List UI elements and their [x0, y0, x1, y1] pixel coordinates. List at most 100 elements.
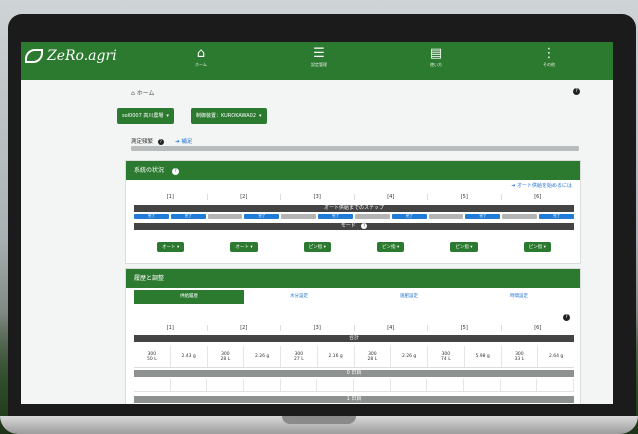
total-volume-cell: 300 28 L	[208, 346, 245, 367]
book-icon: ▤	[429, 46, 443, 61]
mode-label: ピン指	[455, 245, 469, 250]
mode-button-3[interactable]: ピン指 ▾	[303, 242, 331, 252]
progress-help-icon[interactable]: ?	[157, 139, 164, 145]
progress-link-text: 補足	[181, 139, 193, 145]
irrigation-status-title: 系統の状況	[134, 167, 165, 174]
steps-header: オート供給までのステップ	[134, 205, 574, 212]
controller-select[interactable]: 制御装置：KUROKAWA02 ▾	[191, 108, 267, 124]
status-column-headers: [1] [2] [3] [4] [5] [6]	[134, 194, 574, 200]
column-header: [1]	[134, 325, 208, 331]
mode-label: オート	[235, 245, 249, 250]
step-indicator	[428, 214, 464, 219]
tab-supply-history[interactable]: 供給履歴	[134, 290, 244, 304]
controller-select-value: 制御装置：KUROKAWA02	[196, 113, 257, 119]
top-navbar: ZeRo.agri ⌂ ホーム ☰ 設定管理 ▤ 使い方 ⋮ その他	[21, 42, 613, 80]
total-fertilizer-cell: 2.43 g	[171, 346, 208, 367]
brand-name: ZeRo.agri	[47, 48, 117, 64]
total-fertilizer-cell: 2.16 g	[318, 346, 355, 367]
column-header: [2]	[208, 325, 281, 331]
leaf-logo-icon	[25, 49, 43, 63]
nav-guide-label: 使い方	[430, 62, 442, 67]
column-header: [5]	[428, 325, 502, 331]
records-tabs: 供給履歴 水分設定 施肥設定 時間設定	[134, 290, 574, 304]
mode-button-5[interactable]: ピン指 ▾	[450, 242, 478, 252]
step-indicator: 完了	[391, 214, 427, 219]
mode-button-6[interactable]: ピン指 ▾	[523, 242, 551, 252]
auto-supply-link-text: オート供給を始めるには	[516, 183, 572, 189]
progress-bar	[131, 146, 579, 151]
total-fertilizer-cell: 2.64 g	[548, 354, 564, 359]
column-header: [3]	[281, 325, 355, 331]
total-fertilizer-cell: 2.26 g	[391, 346, 428, 367]
total-volume-cell: 300 50 L	[134, 346, 171, 367]
totals-header: 合計	[134, 335, 574, 342]
irrigation-status-header: 系統の状況 ?	[126, 161, 580, 180]
progress-link[interactable]: ➜ 補足	[175, 137, 192, 145]
caret-down-icon: ▾	[166, 113, 169, 119]
farm-select[interactable]: sol0007 高川農場 ▾	[117, 108, 174, 124]
nav-settings-label: 設定管理	[311, 62, 327, 67]
mode-label: オート	[162, 245, 176, 250]
mode-buttons: オート ▾ オート ▾ ピン指 ▾ ピン指 ▾ ピン指 ▾ ピン指 ▾	[134, 233, 574, 252]
total-volume-cell: 300 28 L	[355, 346, 392, 367]
records-column-headers: [1] [2] [3] [4] [5] [6]	[134, 325, 574, 331]
column-header: [6]	[534, 325, 542, 331]
column-header: [4]	[355, 194, 428, 200]
column-header: [1]	[134, 194, 208, 200]
nav-guide[interactable]: ▤ 使い方	[416, 46, 456, 68]
step-indicators: 完了 完了 完了 完了 完了 完了 完了	[134, 214, 574, 219]
total-volume-cell: 300 33 L	[502, 346, 539, 367]
page-help-icon[interactable]: ?	[573, 88, 580, 95]
step-indicator: 完了	[170, 214, 206, 219]
step-indicator	[281, 214, 317, 219]
total-fertilizer-cell: 5.98 g	[465, 346, 502, 367]
step-indicator: 完了	[465, 214, 501, 219]
auto-supply-link[interactable]: ➜ オート供給を始めるには	[511, 182, 572, 189]
column-header: [4]	[355, 325, 428, 331]
tab-time-settings[interactable]: 時間設定	[464, 290, 574, 304]
mode-label: ピン指	[528, 245, 543, 250]
total-fertilizer-cell: 2.26 g	[244, 346, 281, 367]
progress-fill	[131, 146, 579, 151]
records-header: 履歴と調整	[126, 269, 580, 288]
column-header: [5]	[428, 194, 502, 200]
step-indicator	[502, 214, 538, 219]
breadcrumb-home: ホーム	[136, 90, 155, 97]
nav-home[interactable]: ⌂ ホーム	[181, 46, 221, 68]
total-volume-cell: 300 27 L	[281, 346, 318, 367]
sliders-icon: ☰	[313, 46, 325, 61]
farm-select-value: sol0007 高川農場	[122, 113, 164, 119]
mode-button-4[interactable]: ピン指 ▾	[377, 242, 405, 252]
mode-button-1[interactable]: オート ▾	[157, 242, 185, 252]
tab-moisture-settings[interactable]: 水分設定	[244, 290, 354, 304]
step-indicator: 完了	[539, 214, 574, 219]
nav-more[interactable]: ⋮ その他	[529, 46, 569, 68]
day0-header: 0 日目	[134, 370, 574, 377]
nav-home-label: ホーム	[195, 62, 207, 67]
mode-label: ピン指	[308, 245, 323, 250]
nav-settings[interactable]: ☰ 設定管理	[299, 46, 339, 68]
step-indicator: 完了	[244, 214, 280, 219]
brand-logo[interactable]: ZeRo.agri	[25, 48, 117, 64]
breadcrumb[interactable]: ⌂ ホーム	[131, 88, 155, 97]
mode-help-icon[interactable]: ?	[361, 223, 368, 229]
progress-label: 測定頻繁 ?	[131, 137, 164, 145]
totals-row: 300 50 L 2.43 g 300 28 L 2.26 g 300 27 L 2.16…	[134, 346, 574, 368]
step-indicator: 完了	[134, 214, 169, 219]
records-help-icon[interactable]: ?	[563, 314, 570, 321]
mode-button-2[interactable]: オート ▾	[230, 242, 258, 252]
table-row	[134, 379, 575, 392]
mode-label: ピン指	[382, 245, 396, 250]
column-header: [3]	[281, 194, 355, 200]
laptop-notch	[282, 416, 356, 424]
tab-fertilizer-settings[interactable]: 施肥設定	[354, 290, 464, 304]
mode-header: モード ?	[134, 223, 574, 230]
nav-more-label: その他	[543, 62, 555, 67]
caret-down-icon: ▾	[259, 113, 262, 119]
step-indicator	[207, 214, 243, 219]
step-indicator: 完了	[318, 214, 353, 219]
app-screen: ZeRo.agri ⌂ ホーム ☰ 設定管理 ▤ 使い方 ⋮ その他 ⌂ ホーム…	[21, 42, 613, 404]
status-help-icon[interactable]: ?	[171, 168, 179, 175]
home-icon: ⌂	[196, 46, 206, 61]
column-header: [2]	[208, 194, 281, 200]
